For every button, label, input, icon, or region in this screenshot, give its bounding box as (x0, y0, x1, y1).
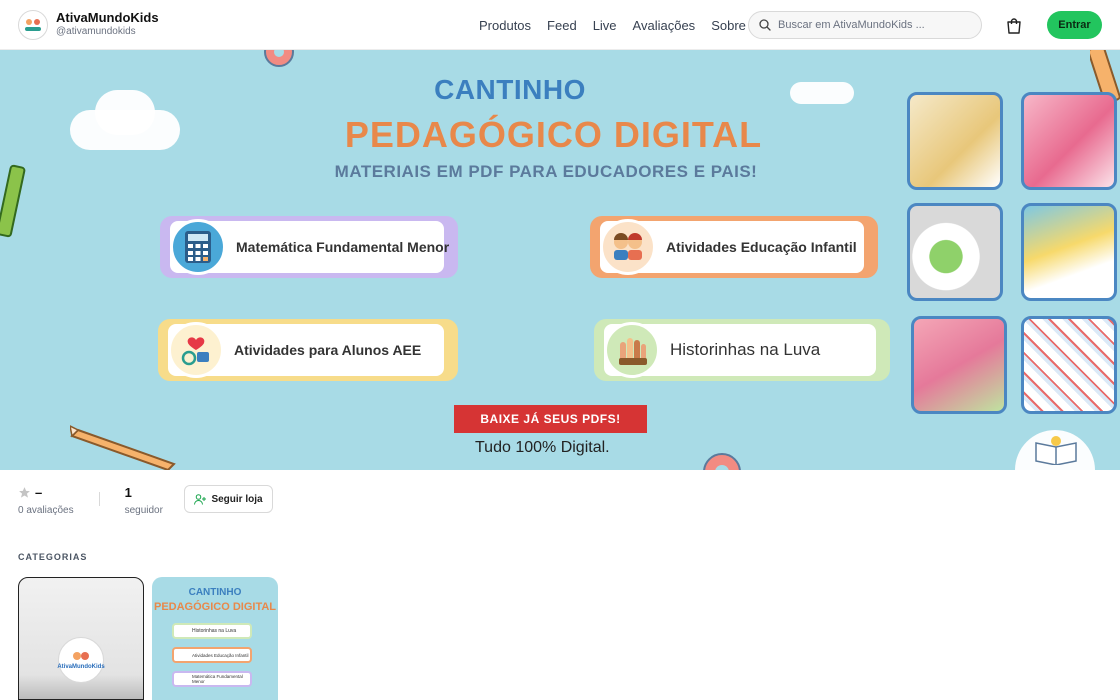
card-pill-label: Matemática Fundamental Menor (192, 674, 243, 684)
pill-label: Matemática Fundamental Menor (236, 239, 450, 255)
pill-label: Atividades Educação Infantil (666, 239, 857, 255)
nav-produtos[interactable]: Produtos (479, 18, 531, 33)
nav-avaliacoes[interactable]: Avaliações (633, 18, 696, 33)
follow-store-button[interactable]: Seguir loja (184, 485, 273, 513)
stats-divider (98, 492, 100, 506)
rating-label: 0 avaliações (18, 505, 74, 516)
nav-live[interactable]: Live (593, 18, 617, 33)
banner-pill-historinhas: Historinhas na Luva (594, 319, 890, 381)
card-pill-label: Atividades Educação Infantil (192, 652, 249, 658)
categories-heading: CATEGORIAS (18, 552, 88, 562)
puppet-glove-icon (604, 322, 660, 378)
follow-label: Seguir loja (211, 493, 263, 505)
banner-pill-infantil: Atividades Educação Infantil (590, 216, 878, 278)
top-header: AtivaMundoKids @ativamundokids Produtos … (0, 0, 1120, 50)
nav-feed[interactable]: Feed (547, 18, 577, 33)
category-card[interactable]: AtivaMundoKids (18, 577, 144, 700)
search-icon (759, 19, 771, 31)
pencil-decoration-icon (70, 425, 176, 470)
nav-sobre[interactable]: Sobre (711, 18, 746, 33)
followers-value: 1 (124, 484, 132, 500)
pill-label: Historinhas na Luva (670, 340, 821, 359)
ativamundokids-logo-icon (21, 12, 45, 37)
store-name[interactable]: AtivaMundoKids (56, 10, 159, 26)
category-card[interactable]: CANTINHO PEDAGÓGICO DIGITAL Historinhas … (152, 577, 278, 700)
banner-pill-aee: Atividades para Alunos AEE (158, 319, 458, 381)
rating-value: – (35, 484, 43, 500)
main-nav: Produtos Feed Live Avaliações Sobre (479, 0, 746, 50)
pill-label: Atividades para Alunos AEE (234, 342, 422, 358)
logo-text: AtivaMundoKids (57, 664, 105, 670)
card-pill: Atividades Educação Infantil (172, 647, 252, 663)
banner-tagline: Tudo 100% Digital. (475, 439, 610, 456)
card-pill: Matemática Fundamental Menor (172, 671, 252, 687)
cart-button[interactable] (1004, 15, 1024, 35)
banner-title-line1: CANTINHO (434, 74, 586, 105)
star-icon (19, 486, 30, 498)
rating-stat[interactable]: – 0 avaliações (18, 484, 74, 517)
banner-cta: BAIXE JÁ SEUS PDFS! (454, 405, 647, 433)
search-input[interactable] (778, 19, 968, 31)
search-box[interactable] (748, 11, 982, 39)
store-logo[interactable] (18, 9, 48, 40)
card-title-line1: CANTINHO (188, 587, 242, 598)
product-thumbnail (1021, 203, 1117, 301)
children-icon (600, 219, 656, 275)
store-logo: AtivaMundoKids (57, 637, 105, 683)
store-handle: @ativamundokids (56, 26, 136, 38)
card-pill-label: Historinhas na Luva (192, 628, 237, 634)
banner-pill-math: Matemática Fundamental Menor (160, 216, 458, 278)
accessibility-icon (168, 322, 224, 378)
ativamundokids-logo-icon (73, 652, 89, 660)
store-banner: CANTINHO PEDAGÓGICO DIGITAL MATERIAIS EM… (0, 50, 1120, 470)
product-thumbnail (1021, 316, 1117, 414)
product-thumbnail (1021, 92, 1117, 190)
product-thumbnail (907, 92, 1003, 190)
product-thumbnail (911, 316, 1007, 414)
store-stats: – 0 avaliações 1 seguidor (18, 484, 163, 517)
add-user-icon (194, 493, 207, 505)
product-thumbnail (907, 203, 1003, 301)
donut-decoration-icon (264, 50, 294, 67)
store-brand[interactable]: AtivaMundoKids @ativamundokids (18, 9, 159, 40)
card-title-line2: PEDAGÓGICO DIGITAL (153, 601, 277, 613)
followers-label: seguidor (124, 505, 163, 516)
card-pill: Historinhas na Luva (172, 623, 252, 639)
calculator-icon (170, 219, 226, 275)
followers-stat: 1 seguidor (124, 484, 163, 517)
login-button[interactable]: Entrar (1047, 11, 1102, 39)
donut-decoration-icon (703, 453, 741, 470)
shopping-bag-icon (1007, 17, 1021, 34)
open-book-icon (1035, 436, 1077, 465)
